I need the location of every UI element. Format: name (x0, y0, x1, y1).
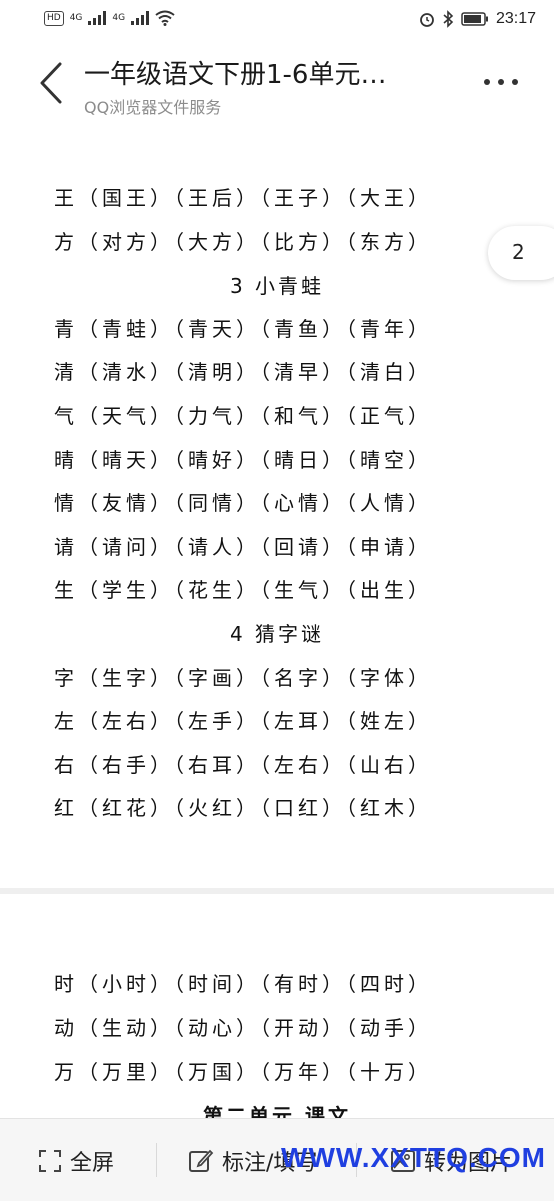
fullscreen-button[interactable]: 全屏 (38, 1145, 114, 1177)
edit-icon (189, 1149, 214, 1172)
fullscreen-icon (39, 1150, 61, 1172)
vocab-line: 清（清水）（清明）（清早）（清白） (54, 360, 432, 384)
vocab-line: 左（左右）（左手）（左耳）（姓左） (54, 709, 432, 733)
vocab-line: 右（右手）（右耳）（左右）（山右） (54, 753, 432, 777)
vocab-line: 青（青蛙）（青天）（青鱼）（青年） (54, 317, 432, 341)
status-left: HD 4G 4G (44, 10, 175, 26)
lesson-heading: 3 小青蛙 (229, 274, 325, 298)
vocab-line: 气（天气）（力气）（和气）（正气） (54, 404, 432, 428)
alarm-icon (420, 13, 434, 27)
site-watermark: WWW.XXTTQ.COM (281, 1142, 546, 1173)
vocab-line: 生（学生）（花生）（生气）（出生） (54, 578, 432, 602)
vocab-line: 字（生字）（字画）（名字）（字体） (54, 666, 432, 690)
sim1-network-label: 4G (69, 13, 83, 23)
vocab-line: 情（友情）（同情）（心情）（人情） (54, 491, 432, 515)
signal-icon (88, 11, 107, 25)
more-button[interactable] (484, 70, 524, 94)
vocab-line: 动（生动）（动心）（开动）（动手） (54, 1016, 432, 1040)
vocab-line: 方（对方）（大方）（比方）（东方） (54, 230, 432, 254)
document-page-2[interactable]: 时（小时）（时间）（有时）（四时） 动（生动）（动心）（开动）（动手） 万（万里… (0, 894, 554, 1118)
lesson-heading: 4 猜字谜 (229, 622, 325, 646)
status-right: 23:17 (419, 10, 536, 28)
vocab-line: 王（国王）（王后）（王子）（大王） (54, 186, 432, 210)
vocab-line: 万（万里）（万国）（万年）（十万） (54, 1060, 432, 1084)
hd-badge: HD (44, 10, 64, 26)
chevron-left-icon (40, 62, 62, 104)
wifi-icon (155, 10, 175, 26)
signal-icon-2 (131, 11, 150, 25)
document-page-1[interactable]: 王（国王）（王后）（王子）（大王） 方（对方）（大方）（比方）（东方） 3 小青… (0, 126, 554, 888)
status-bar: HD 4G 4G 23:17 (0, 0, 554, 40)
page-number: 2 (512, 240, 525, 264)
vocab-line: 时（小时）（时间）（有时）（四时） (54, 972, 432, 996)
unit-heading: 第二单元 课文 (203, 1104, 351, 1118)
battery-icon (461, 12, 488, 26)
fullscreen-label: 全屏 (70, 1151, 115, 1176)
document-subtitle: QQ浏览器文件服务 (84, 98, 222, 117)
toolbar-divider (156, 1143, 157, 1177)
bluetooth-icon (443, 10, 454, 28)
vocab-line: 红（红花）（火红）（口红）（红木） (54, 796, 432, 820)
more-dots-icon (484, 79, 490, 85)
vocab-line: 请（请问）（请人）（回请）（申请） (54, 535, 432, 559)
vocab-line: 晴（晴天）（晴好）（晴日）（晴空） (54, 448, 432, 472)
page-number-indicator[interactable]: 2 (488, 226, 554, 280)
document-title: 一年级语文下册1-6单元… (84, 60, 387, 90)
app-bar: 一年级语文下册1-6单元… QQ浏览器文件服务 (0, 40, 554, 127)
status-time: 23:17 (495, 10, 536, 27)
back-button[interactable] (34, 60, 70, 106)
sim2-network-label: 4G (112, 13, 126, 23)
